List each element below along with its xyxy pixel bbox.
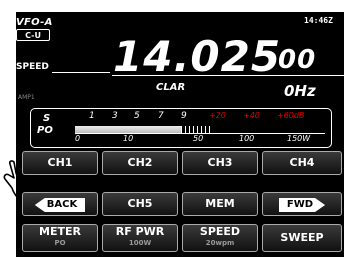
rf-pwr-button-label: RF PWR [115, 225, 165, 238]
clar-value: 0Hz [284, 82, 316, 100]
meter-panel: S PO 1 3 5 7 9 +20 +40 +60dB 0 10 50 100… [30, 108, 332, 148]
radio-display: VFO-A 14:46Z C-U SPEED 14.025 00 AMP1 CL… [16, 12, 344, 257]
clock: 14:46Z [304, 16, 333, 25]
rf-pwr-button-value: 100W [128, 239, 152, 247]
s-scale-1: 1 [89, 111, 95, 121]
fwd-arrow-icon: FWD [279, 198, 325, 212]
amp-label: AMP1 [18, 94, 35, 101]
po-scale-50: 50 [193, 134, 204, 143]
s-scale-plus20: +20 [209, 111, 226, 120]
meter-button-label: METER [39, 225, 81, 238]
ch3-button[interactable]: CH3 [182, 151, 258, 175]
meter-button[interactable]: METER PO [22, 224, 98, 252]
po-scale-0: 0 [75, 134, 81, 143]
speed-button-value: 20wpm [205, 239, 235, 247]
meter-button-value: PO [54, 239, 66, 247]
ch1-button[interactable]: CH1 [22, 151, 98, 175]
s-scale-9: 9 [181, 111, 187, 121]
po-meter-label: PO [37, 125, 53, 136]
po-scale-10: 10 [123, 134, 134, 143]
mem-button[interactable]: MEM [182, 192, 258, 216]
po-scale-150w: 150W [287, 134, 311, 143]
s-scale-7: 7 [158, 111, 164, 121]
s-scale-3: 3 [112, 111, 118, 121]
fwd-button[interactable]: FWD [262, 192, 342, 216]
clar-label: CLAR [156, 82, 186, 93]
s-scale-plus60: +60dB [277, 111, 305, 120]
speed-underline [52, 72, 110, 73]
ch4-button[interactable]: CH4 [262, 151, 342, 175]
speed-label: SPEED [16, 62, 49, 72]
back-arrow-icon: BACK [34, 198, 86, 212]
vfo-label: VFO-A [16, 17, 53, 28]
s-scale-plus40: +40 [243, 111, 260, 120]
frequency-tail: 00 [278, 45, 317, 75]
frequency-underline [112, 75, 344, 76]
speed-button-label: SPEED [199, 225, 241, 238]
rf-pwr-button[interactable]: RF PWR 100W [102, 224, 178, 252]
sweep-button[interactable]: SWEEP [262, 224, 342, 252]
po-scale-100: 100 [239, 134, 255, 143]
s-scale-5: 5 [134, 111, 140, 121]
ch2-button[interactable]: CH2 [102, 151, 178, 175]
s-meter-label: S [43, 113, 51, 124]
frequency-main: 14.025 [113, 32, 282, 81]
ch5-button[interactable]: CH5 [102, 192, 178, 216]
back-button[interactable]: BACK [22, 192, 98, 216]
po-meter-bar [75, 126, 181, 133]
speed-button[interactable]: SPEED 20wpm [182, 224, 258, 252]
meter-ticks [181, 126, 211, 133]
mode-badge: C-U [16, 29, 50, 41]
